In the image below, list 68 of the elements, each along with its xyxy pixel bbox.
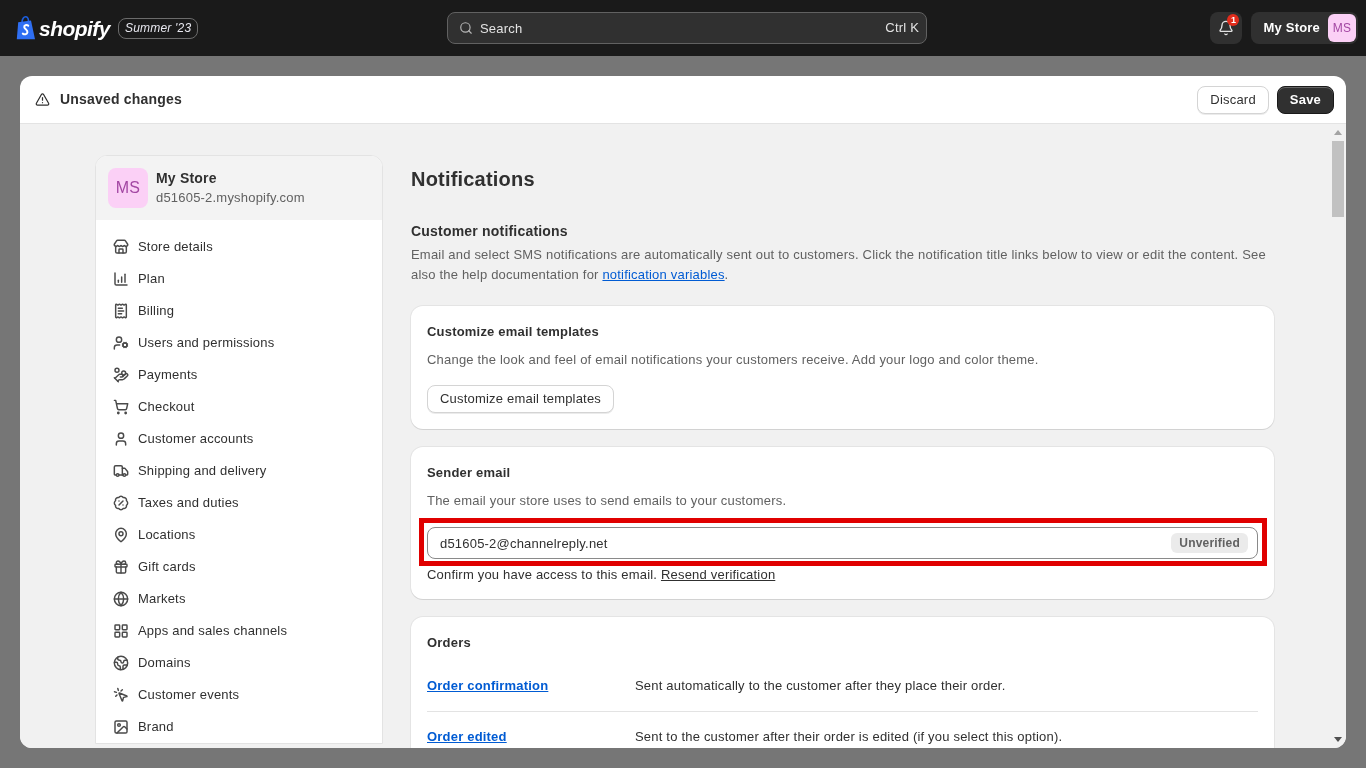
store-icon <box>113 239 129 255</box>
sidebar-item[interactable]: Plan <box>96 263 382 295</box>
sidebar-item[interactable]: Checkout <box>96 391 382 423</box>
sidebar-item[interactable]: Markets <box>96 583 382 615</box>
notification-count: 1 <box>1227 14 1240 26</box>
notifications-button[interactable]: 1 <box>1210 12 1243 44</box>
sidebar-item[interactable]: Store details <box>96 231 382 263</box>
card-title: Customize email templates <box>427 323 600 341</box>
sidebar-item[interactable]: Domains <box>96 647 382 679</box>
store-avatar: MS <box>108 168 148 208</box>
card-description: Change the look and feel of email notifications your customers receive. Add your logo and color theme. <box>427 351 1040 369</box>
status-tag: Unverified <box>1171 533 1248 553</box>
card-title: Orders <box>427 634 472 652</box>
gift-icon <box>113 559 129 575</box>
discard-button[interactable]: Discard <box>1197 85 1269 114</box>
save-button[interactable]: Save <box>1276 85 1334 114</box>
store-domain: d51605-2.myshopify.com <box>156 189 305 207</box>
notification-link[interactable]: Order confirmation <box>427 678 549 693</box>
sidebar-item[interactable]: Users and permissions <box>96 327 382 359</box>
search-icon <box>459 21 473 35</box>
cart-icon <box>113 399 129 415</box>
notification-link[interactable]: Order edited <box>427 729 507 744</box>
store-menu-button[interactable]: My Store MS <box>1251 12 1358 44</box>
notification-description: Sent automatically to the customer after they place their order. <box>635 678 1006 694</box>
shopping-bag-logo-icon <box>16 16 36 40</box>
section-heading: Customer notifications <box>411 222 569 241</box>
sidebar-item[interactable]: Billing <box>96 295 382 327</box>
keyboard-shortcut: Ctrl K <box>885 20 919 36</box>
sidebar-item[interactable]: Apps and sales channels <box>96 615 382 647</box>
map-pin-icon <box>113 527 129 543</box>
resend-verification-link[interactable]: Resend verification <box>660 567 776 582</box>
notification-description: Sent to the customer after their order is edited (if you select this option). <box>635 729 1063 745</box>
store-name: My Store <box>156 169 218 188</box>
edition-badge: Summer '23 <box>118 17 199 39</box>
sidebar-item[interactable]: Gift cards <box>96 551 382 583</box>
globe-icon <box>113 591 129 607</box>
scroll-down-arrow-icon[interactable] <box>1334 737 1342 742</box>
verification-note: Confirm you have access to this email. Resend verification <box>427 567 777 583</box>
scrollbar-thumb[interactable] <box>1332 141 1344 217</box>
unsaved-changes-message: Unsaved changes <box>60 90 183 109</box>
section-description: Email and select SMS notifications are automatically sent out to customers. Click the notification title links below to view or edit the content. See also the help documentation for notification variables. <box>411 246 1267 284</box>
logo-wordmark: shopify <box>39 17 110 39</box>
earth-icon <box>113 655 129 671</box>
card-description: The email your store uses to send emails to your customers. <box>427 492 788 510</box>
sidebar-item[interactable]: Brand <box>96 711 382 743</box>
image-icon <box>113 719 129 735</box>
notification-variables-link[interactable]: notification variables <box>602 267 725 282</box>
cursor-click-icon <box>113 687 129 703</box>
warning-icon <box>35 92 50 107</box>
grid-icon <box>113 623 129 639</box>
sidebar-item[interactable]: Customer events <box>96 679 382 711</box>
sidebar-item[interactable]: Taxes and duties <box>96 487 382 519</box>
scroll-up-arrow-icon[interactable] <box>1334 130 1342 135</box>
sidebar-item[interactable]: Shipping and delivery <box>96 455 382 487</box>
sidebar-item[interactable]: Locations <box>96 519 382 551</box>
hand-coins-icon <box>113 367 129 383</box>
receipt-icon <box>113 303 129 319</box>
user-gear-icon <box>113 335 129 351</box>
card-title: Sender email <box>427 464 512 482</box>
person-icon <box>113 431 129 447</box>
store-avatar: MS <box>1328 14 1356 42</box>
page-title: Notifications <box>411 167 536 192</box>
percent-badge-icon <box>113 495 129 511</box>
truck-icon <box>113 463 129 479</box>
sidebar-item[interactable]: Customer accounts <box>96 423 382 455</box>
bar-chart-icon <box>113 271 129 287</box>
sidebar-item[interactable]: Payments <box>96 359 382 391</box>
customize-templates-button[interactable]: Customize email templates <box>427 385 615 413</box>
